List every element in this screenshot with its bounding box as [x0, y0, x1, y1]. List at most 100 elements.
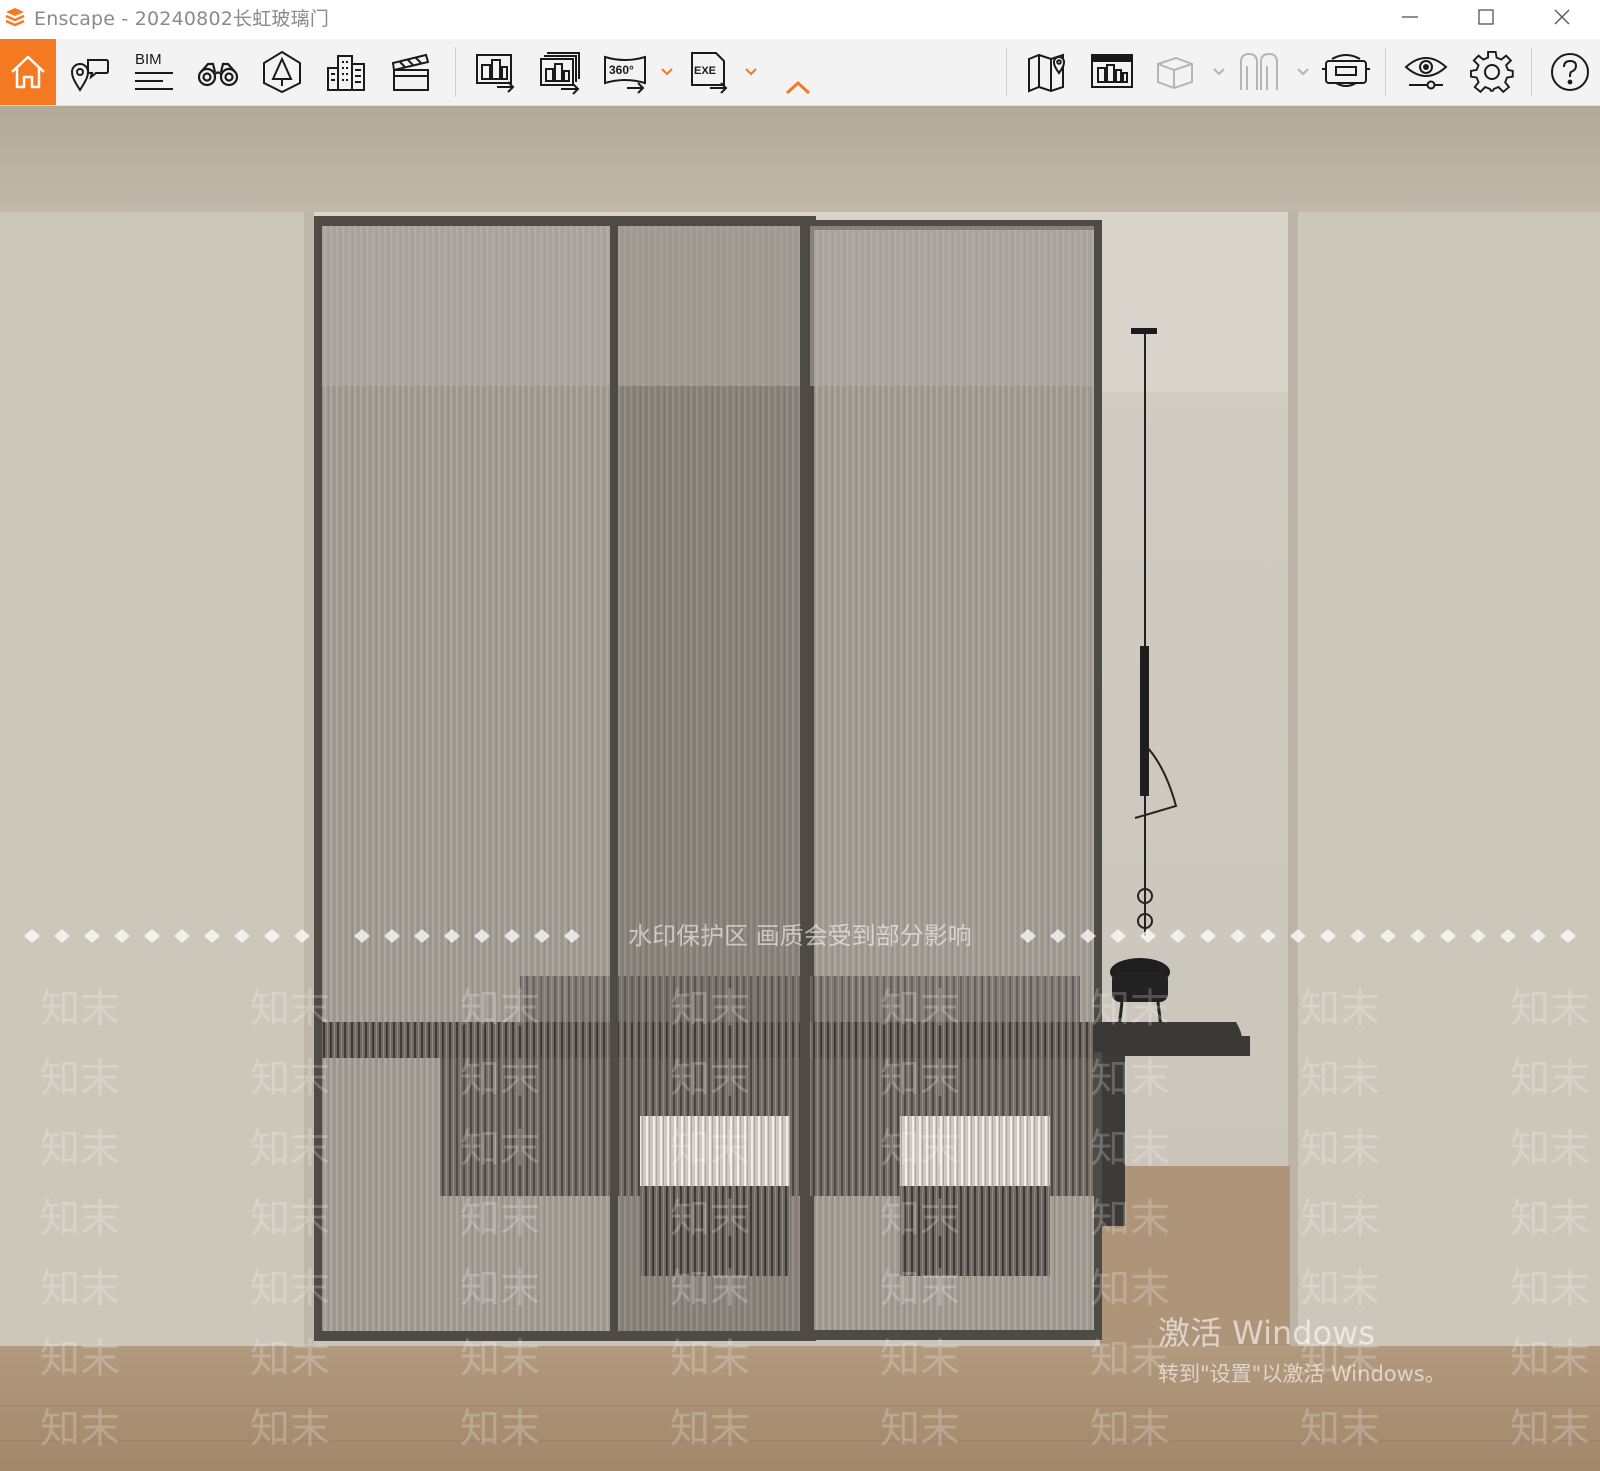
- export-dropdown-icon[interactable]: [744, 65, 758, 79]
- watermark-text: 知末: [460, 1266, 540, 1312]
- watermark-text: 知末: [1300, 986, 1380, 1032]
- watermark-text: 知末: [250, 1126, 330, 1172]
- watermark-text: 知末: [460, 986, 540, 1032]
- watermark-text: 知末: [880, 1126, 960, 1172]
- watermark-text: 知末: [1090, 1126, 1170, 1172]
- watermark-text: 知末: [250, 1406, 330, 1452]
- activation-subtitle: 转到"设置"以激活 Windows。: [1158, 1362, 1446, 1386]
- watermark-text: 知末: [40, 1406, 120, 1452]
- watermark-text: 知末: [1090, 1406, 1170, 1452]
- window-title: Enscape - 20240802长虹玻璃门: [34, 7, 330, 30]
- activation-title: 激活 Windows: [1158, 1314, 1376, 1352]
- watermark-text: 知末: [460, 1196, 540, 1242]
- bim-label: BIM: [135, 51, 162, 68]
- maximize-icon: [1478, 9, 1494, 25]
- toolbar-separator: [455, 47, 456, 97]
- watermark-text: 知末: [250, 1266, 330, 1312]
- watermark-text: 知末: [40, 1056, 120, 1102]
- watermark-text: 知末: [1510, 1266, 1590, 1312]
- watermark-text: 知末: [40, 1336, 120, 1382]
- watermark-text: 知末: [1510, 1056, 1590, 1102]
- cube-view-button[interactable]: [1148, 39, 1200, 105]
- help-button[interactable]: [1544, 39, 1596, 105]
- window-controls: [1372, 0, 1600, 34]
- section-view-button[interactable]: [1234, 39, 1286, 105]
- home-button[interactable]: [0, 39, 56, 105]
- close-button[interactable]: [1524, 0, 1600, 34]
- watermark-text: 知末: [250, 1196, 330, 1242]
- walk-mode-button[interactable]: [192, 39, 244, 105]
- watermark-text: 知末: [40, 1126, 120, 1172]
- watermark-text: 知末: [1510, 1406, 1590, 1452]
- close-icon: [1554, 9, 1570, 25]
- views-button[interactable]: [64, 39, 116, 105]
- video-editor-button[interactable]: [384, 39, 436, 105]
- watermark-text: 知末: [1510, 1126, 1590, 1172]
- cube-dropdown-icon[interactable]: [1212, 65, 1226, 79]
- watermark-text: 知末: [670, 1056, 750, 1102]
- watermark-text: 知末: [1090, 1056, 1170, 1102]
- asset-library-button[interactable]: [256, 39, 308, 105]
- watermark-text: 知末: [460, 1056, 540, 1102]
- enscape-toolbar: BIM 360° EXE: [0, 39, 1600, 106]
- watermark-text: 知末: [670, 1196, 750, 1242]
- vr-headset-button[interactable]: [1318, 39, 1374, 105]
- watermark-text: 知末: [880, 1196, 960, 1242]
- watermark-text: 知末: [1510, 1336, 1590, 1382]
- map-icon: [1028, 53, 1066, 93]
- exe-label: EXE: [694, 65, 716, 77]
- windows-activation-notice: 激活 Windows 转到"设置"以激活 Windows。: [1158, 1308, 1446, 1388]
- render-panorama-button[interactable]: 360°: [598, 39, 654, 105]
- watermark-text: 知末: [460, 1126, 540, 1172]
- eye-icon: [1404, 57, 1448, 90]
- pin-speech-icon: [70, 59, 109, 92]
- watermark-text: 知末: [460, 1336, 540, 1382]
- render-viewport[interactable]: 水印保护区 画质会受到部分影响 知末 知末 知末 知末 知末 知末 知末 知末 …: [0, 106, 1600, 1471]
- batch-render-icon: [540, 52, 580, 95]
- vr-headset-icon: [1322, 54, 1370, 87]
- clapperboard-icon: [391, 53, 430, 91]
- watermark-text: 知末: [880, 986, 960, 1032]
- general-settings-button[interactable]: [1464, 39, 1520, 105]
- watermark-banner: 水印保护区 画质会受到部分影响: [628, 922, 972, 950]
- watermark-text: 知末: [880, 1266, 960, 1312]
- render-image-button[interactable]: [468, 39, 524, 105]
- map-button[interactable]: [1020, 39, 1076, 105]
- watermark-grid: 知末 知末 知末 知末 知末 知末 知末 知末 知末 知末 知末 知末 知末 知…: [40, 976, 1600, 1471]
- minimize-icon: [1402, 16, 1418, 18]
- toolbar-separator: [1531, 47, 1532, 97]
- section-icon: [1240, 52, 1278, 90]
- render-image-icon: [476, 54, 515, 93]
- watermark-text: 知末: [250, 1336, 330, 1382]
- watermark-text: 知末: [250, 986, 330, 1032]
- chevron-up-icon[interactable]: [784, 79, 812, 97]
- watermark-text: 知末: [1300, 1406, 1380, 1452]
- watermark-text: 知末: [1510, 1196, 1590, 1242]
- view-management-icon: [1091, 54, 1133, 88]
- visual-settings-button[interactable]: [1398, 39, 1454, 105]
- batch-render-button[interactable]: [532, 39, 588, 105]
- watermark-text: 知末: [1090, 1196, 1170, 1242]
- maximize-button[interactable]: [1448, 0, 1524, 34]
- export-exe-button[interactable]: EXE: [684, 39, 736, 105]
- watermark-text: 知末: [1300, 1126, 1380, 1172]
- watermark-text: 知末: [460, 1406, 540, 1452]
- enscape-logo-icon: [5, 8, 25, 27]
- cube-icon: [1157, 56, 1193, 90]
- gear-icon: [1470, 50, 1514, 94]
- binoculars-icon: [197, 62, 239, 87]
- toolbar-separator: [1385, 47, 1386, 97]
- section-dropdown-icon[interactable]: [1296, 65, 1310, 79]
- buildings-icon: [327, 55, 365, 91]
- minimize-button[interactable]: [1372, 0, 1448, 34]
- title-bar: Enscape - 20240802长虹玻璃门: [0, 0, 1600, 34]
- material-editor-button[interactable]: [320, 39, 372, 105]
- watermark-text: 知末: [670, 1126, 750, 1172]
- watermark-text: 知末: [880, 1336, 960, 1382]
- bim-button[interactable]: BIM: [128, 39, 180, 105]
- panorama-dropdown-icon[interactable]: [660, 65, 674, 79]
- watermark-text: 知末: [40, 1266, 120, 1312]
- watermark-text: 知末: [670, 1266, 750, 1312]
- home-icon: [11, 55, 45, 89]
- view-management-button[interactable]: [1084, 39, 1140, 105]
